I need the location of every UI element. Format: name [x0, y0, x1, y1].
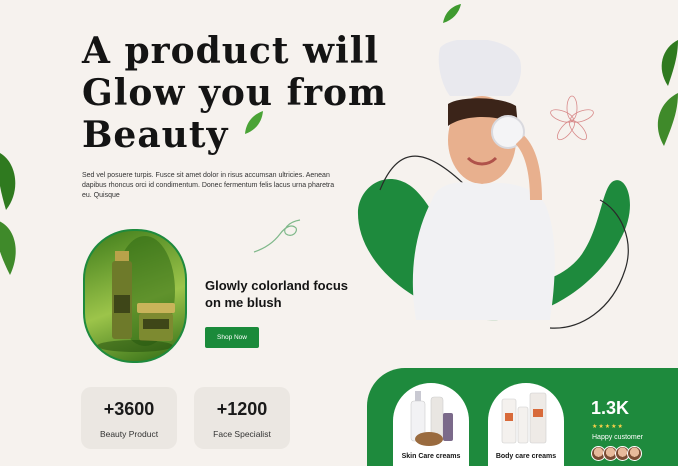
leaf-icon [443, 4, 461, 23]
avatar-icon [627, 446, 642, 461]
body-care-products-image [501, 392, 547, 444]
stat-label: Face Specialist [213, 429, 271, 439]
category-label: Body care creams [495, 453, 557, 460]
flower-icon [550, 95, 594, 141]
product-image-card[interactable] [83, 229, 187, 363]
happy-customer-count: 1.3K [591, 398, 630, 418]
hero-title-line: A product will [82, 30, 380, 72]
hero-title-line: Beauty [82, 114, 229, 156]
stat-label: Beauty Product [99, 429, 159, 439]
category-card-skin[interactable]: Skin Care creams [393, 383, 469, 466]
happy-customer-label: Happy customer [592, 434, 643, 441]
hero-model-image [357, 40, 630, 329]
feature-title: Glowly colorland focus on me blush [205, 278, 349, 310]
stat-value: +3600 [103, 399, 155, 419]
category-card-body[interactable]: Body care creams [488, 383, 564, 466]
stat-card: +3600 Beauty Product [81, 387, 177, 449]
hero-description: Sed vel posuere turpis. Fusce sit amet d… [82, 172, 335, 199]
hero-title-line: Glow you from [82, 72, 388, 114]
stat-value: +1200 [216, 399, 268, 419]
squiggle-decoration [253, 219, 301, 253]
stat-card: +1200 Face Specialist [194, 387, 290, 449]
star-rating: ★★★★★ [592, 423, 624, 430]
category-label: Skin Care creams [401, 453, 461, 460]
product-bottles-image [97, 236, 175, 352]
landing-page: A product will Glow you from Beauty Sed … [0, 0, 678, 466]
customer-avatars [591, 446, 642, 461]
hero-title: A product will Glow you from Beauty [82, 30, 388, 156]
skin-care-products-image [410, 391, 453, 446]
leaf-icon [657, 40, 678, 146]
shop-now-button[interactable]: Shop Now [205, 327, 259, 348]
leaf-icon [0, 153, 16, 275]
